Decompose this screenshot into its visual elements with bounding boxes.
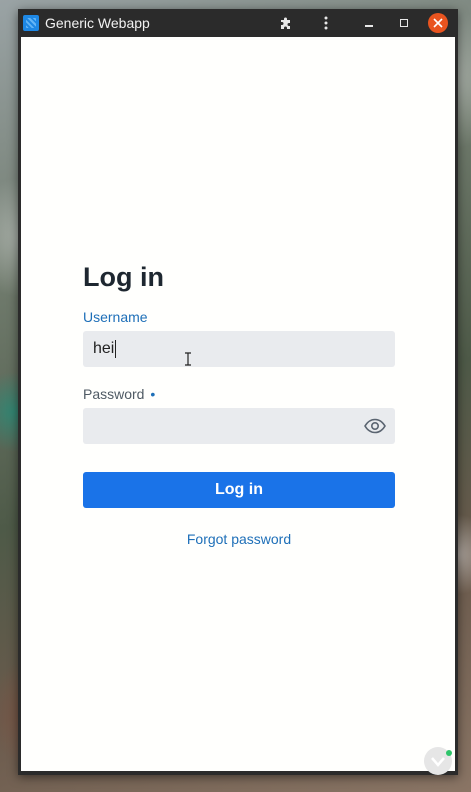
password-field[interactable]	[83, 408, 395, 444]
app-window: Generic Webapp Log in Username hei Passw…	[18, 9, 458, 775]
page-content: Log in Username hei Password • Log in Fo…	[21, 37, 455, 775]
maximize-icon	[400, 19, 408, 27]
text-caret	[115, 340, 117, 358]
maximize-button[interactable]	[394, 13, 414, 33]
text-cursor-icon	[185, 352, 191, 366]
app-grid-icon	[23, 15, 39, 31]
assistant-badge[interactable]	[424, 747, 452, 775]
username-label: Username	[83, 309, 148, 325]
username-value: hei	[93, 340, 115, 357]
minimize-button[interactable]	[359, 13, 379, 33]
window-titlebar[interactable]: Generic Webapp	[18, 9, 458, 37]
minimize-icon	[365, 25, 373, 27]
status-dot	[446, 750, 452, 756]
username-label-text: Username	[83, 309, 148, 325]
forgot-password-link[interactable]: Forgot password	[83, 531, 395, 547]
required-marker: •	[150, 386, 156, 402]
page-title: Log in	[83, 262, 164, 292]
puzzle-piece-icon[interactable]	[276, 13, 296, 33]
close-button[interactable]	[428, 13, 448, 33]
eye-icon[interactable]	[364, 418, 386, 434]
window-title: Generic Webapp	[45, 15, 150, 31]
username-field[interactable]: hei	[83, 331, 395, 367]
password-label-text: Password	[83, 386, 145, 402]
vertical-dots-icon[interactable]	[316, 13, 336, 33]
login-button[interactable]: Log in	[83, 472, 395, 508]
password-label: Password •	[83, 386, 155, 402]
close-icon	[433, 18, 443, 28]
